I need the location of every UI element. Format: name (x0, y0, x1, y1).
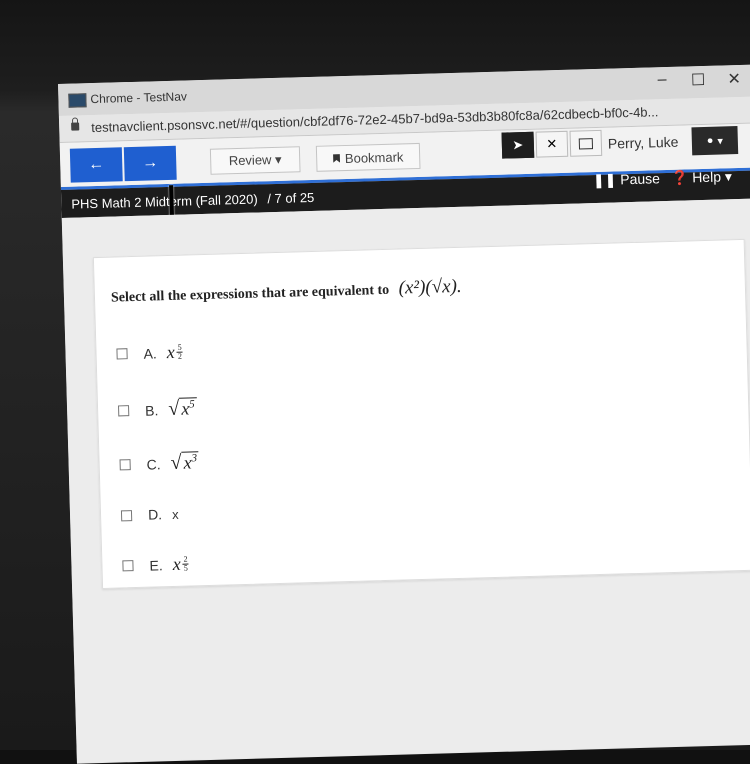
option-b-math: √x5 (168, 397, 198, 421)
option-e-letter: E. (149, 556, 163, 574)
option-a-base: x (166, 341, 176, 363)
option-c-math: √x3 (170, 451, 200, 475)
pointer-icon: ➤ (512, 137, 524, 153)
option-c-checkbox[interactable] (119, 459, 131, 471)
note-tool-button[interactable] (569, 129, 603, 157)
eliminate-tool-button[interactable]: ✕ (535, 130, 569, 158)
close-icon[interactable]: ✕ (726, 69, 743, 89)
window-title: Chrome - TestNav (90, 89, 188, 107)
bookmark-icon (333, 154, 340, 163)
question-prompt: Select all the expressions that are equi… (111, 276, 462, 308)
bookmark-button[interactable]: Bookmark (315, 142, 421, 172)
option-e-den: 5 (183, 563, 188, 573)
option-a-math: x52 (166, 342, 183, 363)
forward-button[interactable]: → (123, 145, 177, 182)
x-mark-icon: ✕ (546, 136, 558, 152)
option-a-checkbox[interactable] (116, 348, 128, 360)
option-d-text: x (171, 506, 179, 522)
option-a-exponent: 52 (176, 343, 183, 361)
option-e-checkbox[interactable] (122, 560, 134, 572)
option-b-checkbox[interactable] (117, 405, 130, 417)
lock-icon (71, 122, 80, 131)
browser-window: Chrome - TestNav – ☐ ✕ testnavclient.pso… (58, 64, 750, 764)
arrow-left-icon: ← (88, 155, 105, 174)
option-c-letter: C. (146, 455, 161, 473)
arrow-right-icon: → (142, 154, 159, 172)
test-title: PHS Math 2 Midterm (Fall 2020) / 7 of 25 (71, 190, 314, 212)
question-progress: / 7 of 25 (267, 189, 315, 207)
option-b[interactable]: B. √x5 (117, 397, 198, 422)
pause-label: Pause (620, 170, 661, 188)
option-d-checkbox[interactable] (120, 509, 133, 521)
prompt-text: Select all the expressions that are equi… (110, 282, 390, 306)
help-button[interactable]: ❓ Help ▾ (671, 168, 732, 187)
pause-icon: ❚❚ (592, 171, 621, 189)
option-b-letter: B. (144, 401, 159, 419)
user-menu-button[interactable]: ● ▾ (691, 126, 739, 156)
option-a-den: 2 (177, 351, 183, 361)
option-e-base: x (172, 553, 181, 574)
user-icon: ● (706, 134, 714, 147)
help-icon: ❓ (670, 169, 693, 186)
note-icon (578, 137, 594, 149)
back-button[interactable]: ← (69, 147, 123, 183)
question-card: Select all the expressions that are equi… (92, 238, 750, 589)
option-e-math: x25 (172, 554, 189, 575)
pointer-tool-button[interactable]: ➤ (501, 131, 535, 159)
user-name: Perry, Luke (607, 133, 679, 152)
window-controls: – ☐ ✕ (654, 69, 743, 91)
question-area: Select all the expressions that are equi… (61, 198, 750, 763)
testnav-app-icon (68, 93, 87, 108)
bookmark-label: Bookmark (344, 148, 404, 166)
option-b-power: 5 (189, 398, 195, 411)
maximize-icon[interactable]: ☐ (690, 70, 707, 90)
help-label: Help ▾ (691, 168, 733, 186)
chevron-down-icon: ▾ (717, 134, 724, 148)
sqrt-icon: √ (170, 451, 182, 474)
option-a-letter: A. (143, 344, 158, 362)
option-d-letter: D. (147, 506, 163, 523)
minimize-icon[interactable]: – (654, 71, 671, 91)
option-e-exponent: 25 (182, 555, 189, 573)
target-expression: (x²)(√x). (398, 275, 462, 299)
option-e[interactable]: E. x25 (122, 554, 189, 577)
sqrt-icon: √ (168, 397, 180, 421)
option-c-power: 3 (191, 452, 198, 465)
option-a[interactable]: A. x52 (116, 342, 183, 365)
option-d[interactable]: D. x (120, 506, 179, 524)
option-c[interactable]: C. √x3 (119, 451, 200, 476)
review-button[interactable]: Review ▾ (209, 146, 301, 175)
pause-button[interactable]: ❚❚ Pause (593, 170, 661, 189)
